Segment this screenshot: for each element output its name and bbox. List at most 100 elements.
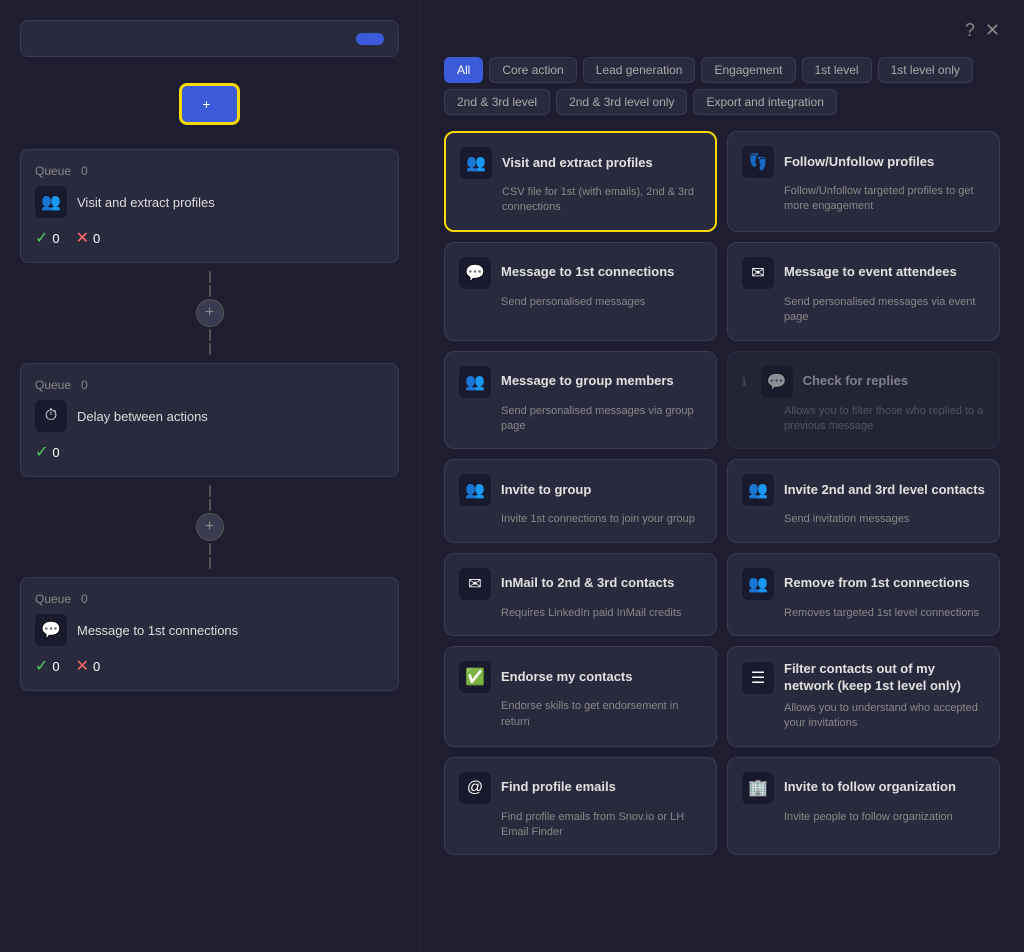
action-desc-message-1st: Send personalised messages	[501, 295, 702, 310]
add-between-2-3[interactable]: +	[196, 513, 224, 541]
action-desc-filter-contacts: Allows you to understand who accepted yo…	[784, 701, 985, 732]
action-card-1: Queue 0 👥 Visit and extract profiles ✓ 0…	[20, 149, 399, 263]
close-button[interactable]: ✕	[985, 20, 1000, 41]
card-action-name-2: Delay between actions	[77, 409, 208, 424]
action-option-find-emails[interactable]: @ Find profile emails Find profile emails …	[444, 757, 717, 856]
action-icon-message-1st: 💬	[459, 257, 491, 289]
filter-tab-1[interactable]: Core action	[489, 57, 576, 83]
action-title-filter-contacts: Filter contacts out of my network (keep …	[784, 661, 985, 695]
action-option-endorse[interactable]: ✅Endorse my contactsEndorse skills to ge…	[444, 646, 717, 747]
action-option-visit-extract[interactable]: 👥Visit and extract profiles CSV file for …	[444, 131, 717, 232]
add-between-1-2[interactable]: +	[196, 299, 224, 327]
action-desc-message-group: Send personalised messages via group pag…	[501, 404, 702, 435]
action-icon-invite-2nd-3rd: 👥	[742, 474, 774, 506]
action-title-inmail: InMail to 2nd & 3rd contacts	[501, 575, 674, 592]
action-option-inmail[interactable]: ✉InMail to 2nd & 3rd contactsRequires Li…	[444, 553, 717, 636]
action-icon-invite-group: 👥	[459, 474, 491, 506]
action-option-header-find-emails: @ Find profile emails	[459, 772, 702, 804]
action-desc-visit-extract: CSV file for 1st (with emails), 2nd & 3r…	[502, 185, 701, 216]
stat-fail-3: ✕ 0	[76, 656, 101, 676]
connector-dot-1	[209, 271, 211, 283]
action-desc-check-replies: Allows you to filter those who replied t…	[784, 404, 985, 435]
action-option-filter-contacts[interactable]: ☰ Filter contacts out of my network (keep…	[727, 646, 1000, 747]
header-icons: ? ✕	[965, 20, 1000, 41]
stat-ok-1: ✓ 0	[35, 228, 60, 248]
queue-header	[20, 20, 399, 57]
action-option-follow-unfollow[interactable]: 👣Follow/Unfollow profilesFollow/Unfollow…	[727, 131, 1000, 232]
check-icon-1: ✓	[35, 228, 48, 248]
action-option-remove-1st[interactable]: 👥Remove from 1st connectionsRemoves targ…	[727, 553, 1000, 636]
add-button[interactable]	[356, 33, 384, 45]
connector-1: +	[20, 271, 399, 355]
filter-tab-3[interactable]: Engagement	[701, 57, 795, 83]
action-option-invite-2nd-3rd[interactable]: 👥Invite 2nd and 3rd level contactsSend i…	[727, 459, 1000, 542]
action-icon-endorse: ✅	[459, 661, 491, 693]
check-icon-2: ✓	[35, 442, 48, 462]
filter-tab-6[interactable]: 2nd & 3rd level	[444, 89, 550, 115]
action-option-header-visit-extract: 👥Visit and extract profiles	[460, 147, 701, 179]
stat-ok-3: ✓ 0	[35, 656, 60, 676]
action-title-invite-group: Invite to group	[501, 482, 591, 499]
action-option-invite-org[interactable]: 🏢Invite to follow organizationInvite peo…	[727, 757, 1000, 856]
visit-extract-icon: 👥	[35, 186, 67, 218]
filter-tab-7[interactable]: 2nd & 3rd level only	[556, 89, 687, 115]
connector-dot-6	[209, 499, 211, 511]
message-icon: 💬	[35, 614, 67, 646]
action-card-3: Queue 0 💬 Message to 1st connections ✓ 0…	[20, 577, 399, 691]
filter-tab-5[interactable]: 1st level only	[878, 57, 973, 83]
card-queue-2: Queue 0	[35, 378, 384, 392]
card-action-row-2: ⏱ Delay between actions	[35, 400, 384, 432]
x-icon-3: ✕	[76, 656, 89, 676]
action-option-header-check-replies: ℹ💬Check for replies	[742, 366, 985, 398]
filter-tabs: AllCore action Lead generationEngagement 1…	[444, 57, 1000, 115]
action-option-header-message-1st: 💬 Message to 1st connections	[459, 257, 702, 289]
left-panel: + Queue 0 👥 Visit and extract profiles ✓…	[0, 0, 420, 952]
connector-2: +	[20, 485, 399, 569]
add-action-button[interactable]: +	[179, 83, 239, 125]
action-desc-inmail: Requires LinkedIn paid InMail credits	[501, 606, 702, 621]
plus-icon: +	[202, 96, 210, 112]
card-action-name-1: Visit and extract profiles	[77, 195, 215, 210]
connector-dot-8	[209, 557, 211, 569]
action-desc-invite-org: Invite people to follow organization	[784, 810, 985, 825]
connector-dot-4	[209, 343, 211, 355]
stat-ok-2: ✓ 0	[35, 442, 60, 462]
action-title-invite-org: Invite to follow organization	[784, 779, 956, 796]
action-title-check-replies: Check for replies	[803, 373, 909, 390]
action-option-message-1st[interactable]: 💬 Message to 1st connections Send personal…	[444, 242, 717, 341]
stat-fail-1: ✕ 0	[76, 228, 101, 248]
filter-tab-0[interactable]: All	[444, 57, 483, 83]
action-title-remove-1st: Remove from 1st connections	[784, 575, 970, 592]
action-option-header-invite-2nd-3rd: 👥Invite 2nd and 3rd level contacts	[742, 474, 985, 506]
action-option-message-group[interactable]: 👥Message to group membersSend personalis…	[444, 351, 717, 450]
action-option-header-message-event: ✉Message to event attendees	[742, 257, 985, 289]
connector-dot-3	[209, 329, 211, 341]
action-desc-remove-1st: Removes targeted 1st level connections	[784, 606, 985, 621]
filter-tab-2[interactable]: Lead generation	[583, 57, 696, 83]
action-title-find-emails: Find profile emails	[501, 779, 616, 796]
action-option-message-event[interactable]: ✉Message to event attendeesSend personal…	[727, 242, 1000, 341]
action-icon-message-event: ✉	[742, 257, 774, 289]
card-stats-3: ✓ 0 ✕ 0	[35, 656, 384, 676]
action-desc-find-emails: Find profile emails from Snov.io or LH E…	[501, 810, 702, 841]
connector-dot-5	[209, 485, 211, 497]
card-action-name-3: Message to 1st connections	[77, 623, 238, 638]
action-option-check-replies: ℹ💬Check for replies Allows you to filter …	[727, 351, 1000, 450]
check-icon-3: ✓	[35, 656, 48, 676]
card-action-row-1: 👥 Visit and extract profiles	[35, 186, 384, 218]
action-desc-invite-group: Invite 1st connections to join your grou…	[501, 512, 702, 527]
filter-tab-8[interactable]: Export and integration	[693, 89, 836, 115]
filter-tab-4[interactable]: 1st level	[802, 57, 872, 83]
action-option-header-endorse: ✅Endorse my contacts	[459, 661, 702, 693]
action-title-visit-extract: Visit and extract profiles	[502, 155, 653, 172]
info-icon-check-replies: ℹ	[742, 375, 747, 389]
action-title-message-1st: Message to 1st connections	[501, 264, 674, 281]
help-button[interactable]: ?	[965, 20, 975, 41]
card-queue-3: Queue 0	[35, 592, 384, 606]
action-icon-message-group: 👥	[459, 366, 491, 398]
action-icon-find-emails: @	[459, 772, 491, 804]
connector-dot-2	[209, 285, 211, 297]
action-icon-filter-contacts: ☰	[742, 662, 774, 694]
action-option-invite-group[interactable]: 👥 Invite to group Invite 1st connections t…	[444, 459, 717, 542]
action-desc-follow-unfollow: Follow/Unfollow targeted profiles to get…	[784, 184, 985, 215]
